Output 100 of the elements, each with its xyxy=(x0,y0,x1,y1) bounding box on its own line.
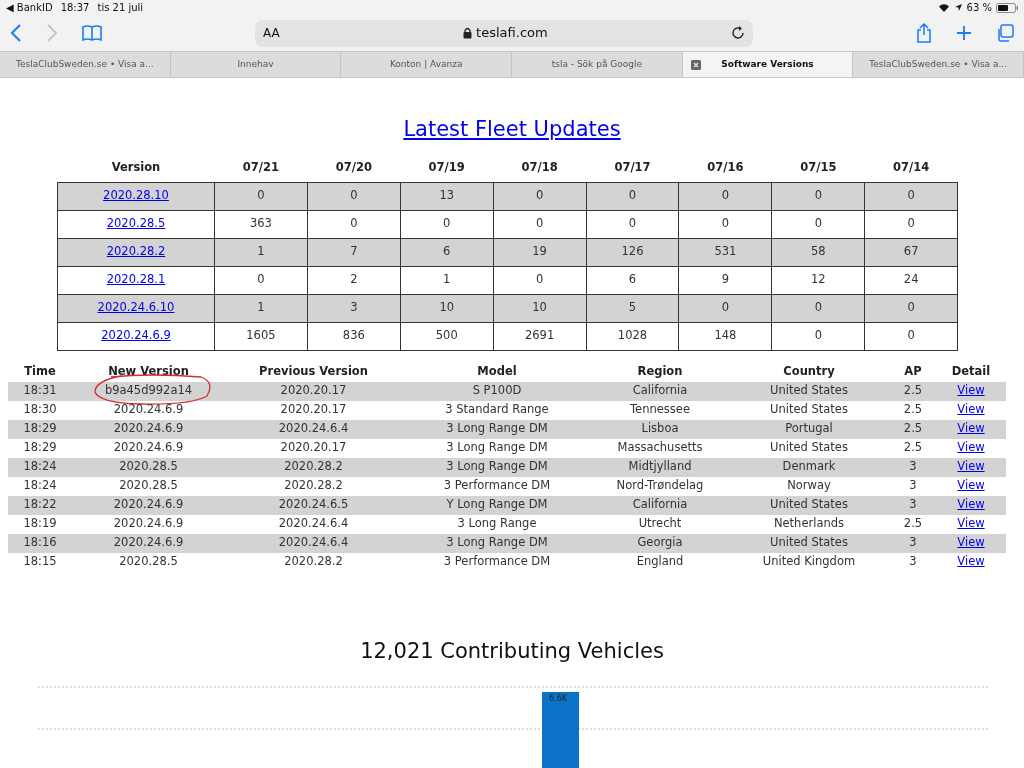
tabs-button[interactable] xyxy=(996,24,1014,42)
table-cell: 18:29 xyxy=(23,440,57,455)
table-cell: 18:24 xyxy=(23,459,57,474)
battery-percent: 63 % xyxy=(966,1,992,15)
table-cell: 0 xyxy=(678,182,772,210)
table-cell: Midtjylland xyxy=(628,459,692,474)
table-cell: 18:22 xyxy=(23,497,57,512)
back-button[interactable] xyxy=(10,24,22,42)
table-cell: 6 xyxy=(400,238,494,266)
table-cell: 0 xyxy=(864,322,958,350)
table-cell: 2020.24.6.9 xyxy=(113,421,184,436)
lock-icon xyxy=(463,27,473,39)
column-header: New Version xyxy=(72,361,225,382)
table-cell: 12 xyxy=(771,266,865,294)
table-cell: 10 xyxy=(400,294,494,322)
view-link[interactable]: View xyxy=(957,440,985,455)
app-back-link[interactable]: ◀ BankID xyxy=(6,0,53,15)
table-cell: Portugal xyxy=(785,421,833,436)
table-cell: Nord-Trøndelag xyxy=(616,478,704,493)
version-link[interactable]: 2020.24.6.10 xyxy=(97,300,175,315)
table-cell: 0 xyxy=(678,210,772,238)
table-cell: 2020.20.17 xyxy=(280,383,347,398)
table-cell: England xyxy=(636,554,684,569)
version-link[interactable]: 2020.28.1 xyxy=(106,272,166,287)
page-title-link[interactable]: Latest Fleet Updates xyxy=(403,117,621,141)
table-cell: Georgia xyxy=(637,535,683,550)
close-icon[interactable] xyxy=(690,60,701,70)
table-cell: 2.5 xyxy=(903,516,923,531)
address-bar[interactable]: AA teslafi.com xyxy=(255,19,753,47)
column-header: Time xyxy=(8,361,72,382)
text-size-button[interactable]: AA xyxy=(263,24,280,42)
table-cell: 2.5 xyxy=(903,383,923,398)
table-cell: 3 xyxy=(909,459,917,474)
version-link[interactable]: 2020.28.10 xyxy=(103,188,169,203)
table-cell: 0 xyxy=(864,182,958,210)
reload-button[interactable] xyxy=(731,26,745,40)
table-cell: 0 xyxy=(214,182,308,210)
table-cell: 3 xyxy=(909,554,917,569)
version-link[interactable]: 2020.28.2 xyxy=(106,244,166,259)
table-cell: 3 Long Range DM xyxy=(446,459,548,474)
table-cell: 3 xyxy=(909,478,917,493)
table-cell: 2020.24.6.9 xyxy=(113,535,184,550)
share-button[interactable] xyxy=(916,23,932,43)
table-cell: 836 xyxy=(307,322,401,350)
table-cell: 1 xyxy=(214,294,308,322)
table-cell: 2020.28.5 xyxy=(119,459,178,474)
column-header: 07/21 xyxy=(214,154,308,182)
table-cell: 2020.28.2 xyxy=(284,478,343,493)
battery-icon xyxy=(996,2,1018,13)
table-cell: b9a45d992a14 xyxy=(104,383,193,398)
table-cell: 2.5 xyxy=(903,402,923,417)
table-cell: 2020.24.6.9 xyxy=(113,440,184,455)
table-cell: United States xyxy=(770,402,848,417)
table-cell: Norway xyxy=(787,478,831,493)
table-cell: United States xyxy=(770,383,848,398)
version-link[interactable]: 2020.24.6.9 xyxy=(101,328,171,343)
table-cell: 0 xyxy=(771,182,865,210)
column-header: Country xyxy=(728,361,890,382)
table-cell: 2020.24.6.9 xyxy=(113,402,184,417)
forward-icon xyxy=(46,24,58,42)
table-cell: 2020.24.6.9 xyxy=(113,497,184,512)
table-cell: 1028 xyxy=(586,322,679,350)
bookmarks-button[interactable] xyxy=(82,25,102,41)
table-cell: 363 xyxy=(214,210,308,238)
table-cell: 18:31 xyxy=(23,383,57,398)
browser-tab[interactable]: Software Versions xyxy=(682,52,854,77)
column-header: 07/14 xyxy=(864,154,958,182)
view-link[interactable]: View xyxy=(957,478,985,493)
column-header: 07/18 xyxy=(493,154,587,182)
table-cell: 3 Long Range DM xyxy=(446,421,548,436)
table-cell: 2.5 xyxy=(903,440,923,455)
table-cell: 19 xyxy=(493,238,587,266)
column-header: Detail xyxy=(936,361,1006,382)
table-cell: 0 xyxy=(586,210,679,238)
table-cell: 2020.24.6.4 xyxy=(278,516,349,531)
table-cell: 2020.28.5 xyxy=(119,478,178,493)
table-cell: United States xyxy=(770,440,848,455)
table-cell: 0 xyxy=(771,294,865,322)
table-cell: Netherlands xyxy=(773,516,845,531)
table-cell: 2.5 xyxy=(903,421,923,436)
table-cell: 3 Standard Range xyxy=(445,402,549,417)
table-cell: 0 xyxy=(771,210,865,238)
table-cell: 3 Long Range DM xyxy=(446,440,548,455)
new-tab-button[interactable] xyxy=(956,25,972,41)
chart-title: 12,021 Contributing Vehicles xyxy=(359,637,665,665)
location-icon xyxy=(953,3,963,12)
view-link[interactable]: View xyxy=(957,402,985,417)
table-cell: 2020.24.6.9 xyxy=(113,516,184,531)
table-cell: 1605 xyxy=(214,322,308,350)
table-cell: 0 xyxy=(307,182,401,210)
table-cell: 9 xyxy=(678,266,772,294)
table-cell: 2020.20.17 xyxy=(280,402,347,417)
version-link[interactable]: 2020.28.5 xyxy=(106,216,166,231)
bar-label: 6.6K xyxy=(549,693,567,705)
table-cell: Tennessee xyxy=(630,402,690,417)
view-link[interactable]: View xyxy=(957,516,985,531)
table-cell: United States xyxy=(770,497,848,512)
column-header: Previous Version xyxy=(225,361,402,382)
table-cell: 0 xyxy=(864,210,958,238)
view-link[interactable]: View xyxy=(957,554,985,569)
